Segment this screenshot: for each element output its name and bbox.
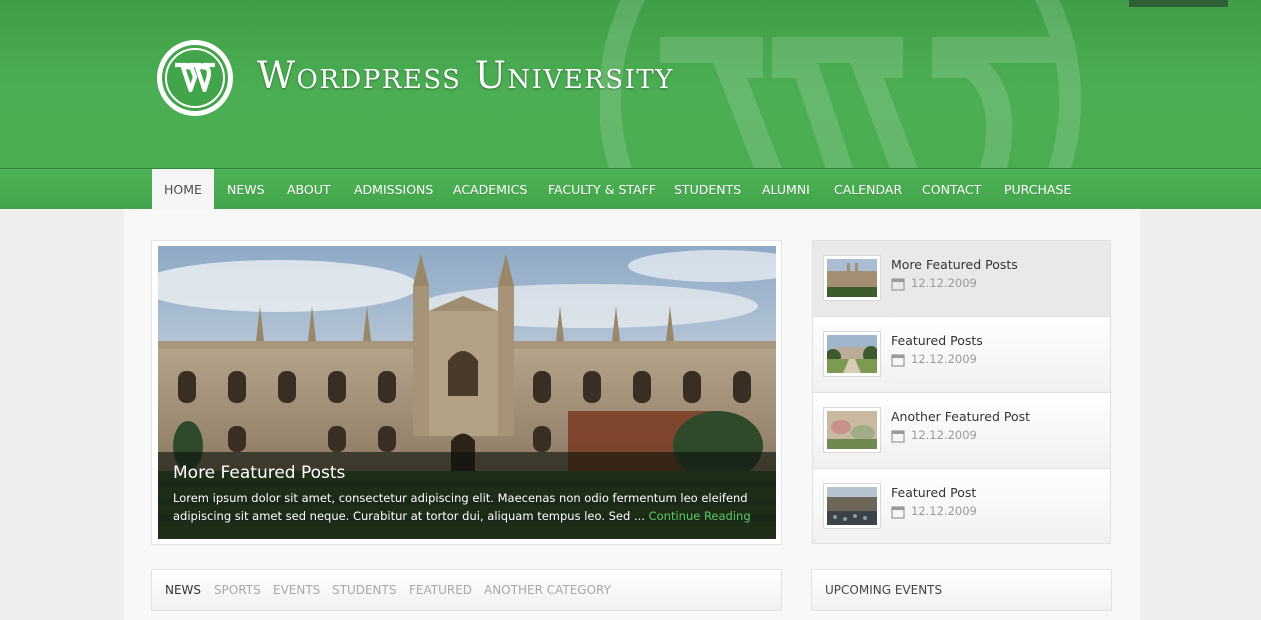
featured-thumbnail[interactable] xyxy=(823,255,881,301)
featured-date: 12.12.2009 xyxy=(911,352,977,366)
featured-date: 12.12.2009 xyxy=(911,428,977,442)
featured-title[interactable]: Featured Posts xyxy=(891,333,983,348)
featured-item[interactable]: Featured Posts 12.12.2009 xyxy=(812,317,1111,393)
nav-item-contact[interactable]: CONTACT xyxy=(922,169,981,210)
calendar-icon xyxy=(891,354,905,367)
header-accent-tab xyxy=(1129,0,1228,7)
site-header: Wordpress University xyxy=(0,0,1261,168)
nav-item-purchase[interactable]: PURCHASE xyxy=(1004,169,1071,210)
upcoming-events-title: UPCOMING EVENTS xyxy=(825,583,943,597)
nav-item-home[interactable]: HOME xyxy=(152,169,214,210)
tab-events[interactable]: EVENTS xyxy=(273,583,320,597)
featured-date: 12.12.2009 xyxy=(911,276,977,290)
tab-news[interactable]: NEWS xyxy=(165,583,201,597)
nav-item-admissions[interactable]: ADMISSIONS xyxy=(354,169,433,210)
slider-excerpt: Lorem ipsum dolor sit amet, consectetur … xyxy=(173,489,763,525)
nav-item-alumni[interactable]: ALUMNI xyxy=(762,169,810,210)
featured-item[interactable]: Featured Post 12.12.2009 xyxy=(812,469,1111,544)
featured-title[interactable]: Featured Post xyxy=(891,485,976,500)
nav-item-students[interactable]: STUDENTS xyxy=(674,169,741,210)
featured-title[interactable]: More Featured Posts xyxy=(891,257,1018,272)
featured-date: 12.12.2009 xyxy=(911,504,977,518)
nav-item-calendar[interactable]: CALENDAR xyxy=(834,169,902,210)
nav-item-news[interactable]: NEWS xyxy=(227,169,265,210)
continue-reading-link[interactable]: Continue Reading xyxy=(649,509,751,523)
tab-featured[interactable]: FEATURED xyxy=(409,583,472,597)
tab-sports[interactable]: SPORTS xyxy=(214,583,261,597)
featured-item[interactable]: Another Featured Post 12.12.2009 xyxy=(812,393,1111,469)
nav-item-academics[interactable]: ACADEMICS xyxy=(453,169,527,210)
featured-title[interactable]: Another Featured Post xyxy=(891,409,1030,424)
calendar-icon xyxy=(891,278,905,291)
featured-thumbnail[interactable] xyxy=(823,407,881,453)
tab-another-category[interactable]: ANOTHER CATEGORY xyxy=(484,583,611,597)
slider-title[interactable]: More Featured Posts xyxy=(173,463,345,483)
wordpress-logo-icon[interactable] xyxy=(155,38,235,118)
featured-item[interactable]: More Featured Posts 12.12.2009 xyxy=(812,240,1111,317)
main-nav: HOME NEWS ABOUT ADMISSIONS ACADEMICS FAC… xyxy=(0,168,1261,210)
wordpress-watermark-icon xyxy=(600,0,1081,168)
calendar-icon xyxy=(891,430,905,443)
featured-thumbnail[interactable] xyxy=(823,483,881,529)
calendar-icon xyxy=(891,506,905,519)
nav-item-faculty-staff[interactable]: FACULTY & STAFF xyxy=(548,169,656,210)
tab-students[interactable]: STUDENTS xyxy=(332,583,396,597)
site-title[interactable]: Wordpress University xyxy=(257,54,674,97)
nav-item-about[interactable]: ABOUT xyxy=(287,169,331,210)
featured-thumbnail[interactable] xyxy=(823,331,881,377)
